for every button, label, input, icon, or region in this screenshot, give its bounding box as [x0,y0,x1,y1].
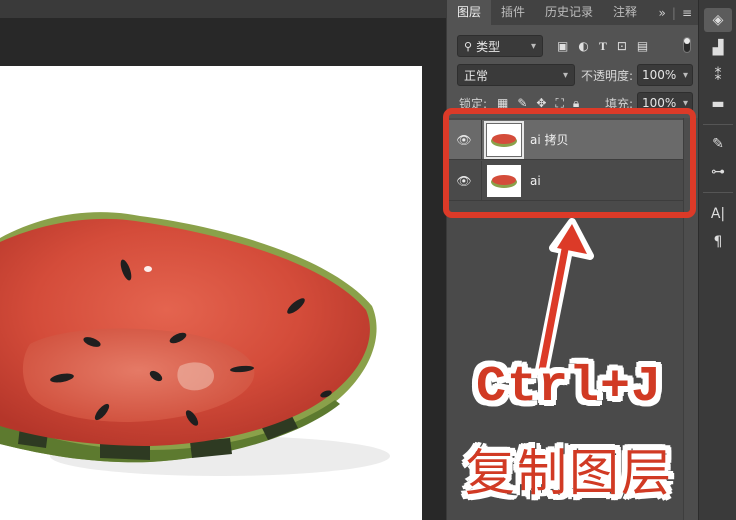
annotation-text: Ctrl+J 复制图层 [430,355,708,520]
caption-label: 复制图层 [465,444,673,502]
shortcut-label: Ctrl+J [475,359,663,416]
